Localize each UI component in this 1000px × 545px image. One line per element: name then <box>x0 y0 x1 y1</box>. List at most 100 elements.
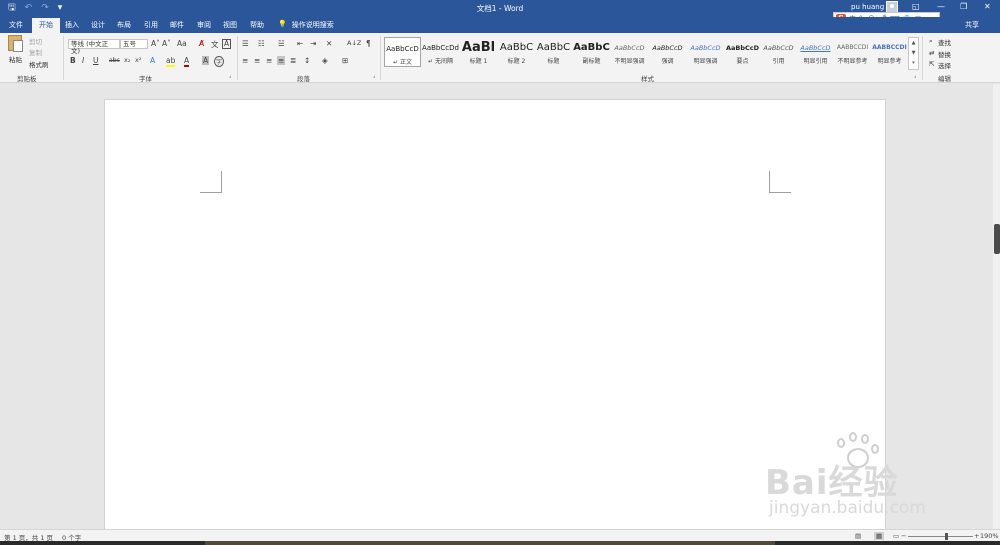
divider <box>922 36 923 80</box>
find-button[interactable]: 查找 <box>938 37 951 47</box>
style-strong[interactable]: AaBbCcD 要点 <box>724 37 761 67</box>
enclose-characters-icon[interactable]: 字 <box>214 56 225 67</box>
print-layout-icon[interactable]: ▦ <box>874 532 885 540</box>
style-name: 强调 <box>661 58 674 65</box>
borders-icon[interactable]: ⊞ <box>342 56 348 65</box>
chinese-layout-icon[interactable]: ✕ <box>326 39 332 48</box>
style-intense-quote[interactable]: AaBbCcD 明显引用 <box>797 37 834 67</box>
font-dialog-launcher-icon[interactable]: ⌟ <box>229 73 231 79</box>
scrollbar-thumb[interactable] <box>994 224 1000 254</box>
increase-indent-icon[interactable]: ⇥ <box>310 39 316 48</box>
divider <box>237 36 238 80</box>
multilevel-list-icon[interactable]: ☱ <box>278 39 285 48</box>
paragraph-dialog-launcher-icon[interactable]: ⌟ <box>373 73 375 79</box>
tab-layout[interactable]: 布局 <box>117 20 131 30</box>
zoom-in-icon[interactable]: + <box>974 532 979 540</box>
minimize-icon[interactable]: — <box>937 2 945 11</box>
paste-button[interactable]: 粘贴 <box>9 54 22 64</box>
style-intense-emphasis[interactable]: AaBbCcD 明显强调 <box>687 37 724 67</box>
vertical-scrollbar[interactable] <box>993 84 1000 529</box>
clear-formatting-icon[interactable]: A̸ <box>199 39 204 48</box>
text-effects-icon[interactable]: A <box>150 56 155 65</box>
tab-design[interactable]: 设计 <box>91 20 105 30</box>
style-name: 明显参考 <box>877 58 902 65</box>
styles-dialog-launcher-icon[interactable]: ⌟ <box>914 73 916 79</box>
shading-icon[interactable]: ◈ <box>322 56 328 65</box>
style-quote[interactable]: AaBbCcD 引用 <box>760 37 797 67</box>
watermark: Bai经验 jingyan.baidu.com <box>755 430 955 525</box>
tab-file[interactable]: 文件 <box>9 20 23 30</box>
tab-insert[interactable]: 插入 <box>65 20 79 30</box>
format-painter-button[interactable]: 格式刷 <box>29 59 49 69</box>
web-layout-icon[interactable]: ▭ <box>893 532 899 540</box>
zoom-level[interactable]: 190% <box>980 532 999 540</box>
character-shading-icon[interactable]: A <box>202 56 210 65</box>
style-heading-2[interactable]: AaBbC 标题 2 <box>498 37 535 67</box>
tab-references[interactable]: 引用 <box>144 20 158 30</box>
show-marks-icon[interactable]: ¶ <box>366 39 371 48</box>
decrease-indent-icon[interactable]: ⇤ <box>297 39 303 48</box>
style-normal[interactable]: AaBbCcD ↵ 正文 <box>384 37 421 67</box>
ribbon-display-options-icon[interactable]: ◱ <box>912 2 920 11</box>
tab-review[interactable]: 审阅 <box>197 20 211 30</box>
style-no-spacing[interactable]: AaBbCcDd ↵ 无间隔 <box>422 37 459 67</box>
user-name[interactable]: pu huang <box>851 3 884 11</box>
tab-view[interactable]: 视图 <box>223 20 237 30</box>
read-mode-icon[interactable]: ▤ <box>855 532 861 540</box>
bold-icon[interactable]: B <box>70 56 76 65</box>
style-subtle-reference[interactable]: AABBCCDI 不明显参考 <box>834 37 871 67</box>
paste-icon[interactable] <box>8 35 23 52</box>
tab-home[interactable]: 开始 <box>32 18 60 33</box>
subscript-icon[interactable]: x₂ <box>124 56 130 64</box>
superscript-icon[interactable]: x² <box>135 56 141 64</box>
change-case-icon[interactable]: Aa <box>177 39 187 48</box>
sort-icon[interactable]: A↓Z <box>347 39 361 47</box>
font-size-select[interactable]: 五号 <box>120 39 148 49</box>
font-color-icon[interactable]: A <box>184 56 190 67</box>
strikethrough-icon[interactable]: abc <box>109 57 120 64</box>
style-title[interactable]: AaBbC 标题 <box>535 37 572 67</box>
style-subtitle[interactable]: AaBbC 副标题 <box>573 37 610 67</box>
zoom-slider-knob[interactable] <box>945 533 948 540</box>
shrink-font-icon[interactable]: A˅ <box>162 39 171 48</box>
style-name: 标题 1 <box>469 58 488 65</box>
zoom-slider[interactable] <box>908 536 973 537</box>
cut-button[interactable]: 剪切 <box>29 36 42 46</box>
character-border-icon[interactable]: A <box>222 39 232 49</box>
distributed-icon[interactable]: ≣ <box>290 56 296 65</box>
tab-help[interactable]: 帮助 <box>250 20 264 30</box>
status-bar: 第 1 页，共 1 页 0 个字 ▤ ▦ ▭ − + 190% <box>0 529 1000 542</box>
style-name: 明显强调 <box>693 58 718 65</box>
style-name: ↵ 正文 <box>393 59 412 66</box>
find-icon: ⌕ <box>929 37 933 45</box>
select-button[interactable]: 选择 <box>938 60 951 70</box>
style-subtle-emphasis[interactable]: AaBbCcD 不明显强调 <box>611 37 648 67</box>
align-right-icon[interactable]: ≡ <box>266 56 272 65</box>
replace-button[interactable]: 替换 <box>938 49 951 59</box>
style-sample: AaBbCcD <box>725 44 760 52</box>
share-button[interactable]: 共享 <box>965 20 979 30</box>
restore-icon[interactable]: ❐ <box>960 2 967 11</box>
style-heading-1[interactable]: AaBl 标题 1 <box>460 37 497 67</box>
style-emphasis[interactable]: AaBbCcD 强调 <box>649 37 686 67</box>
italic-icon[interactable]: I <box>82 56 84 65</box>
highlight-icon[interactable]: ab <box>166 56 176 67</box>
align-left-icon[interactable]: ≡ <box>242 56 248 65</box>
style-intense-reference[interactable]: AABBCCDI 明显参考 <box>871 37 908 67</box>
tab-mailings[interactable]: 邮件 <box>170 20 184 30</box>
bullets-icon[interactable]: ☰ <box>242 39 249 48</box>
styles-gallery-scroll[interactable]: ▲ ▼ ▾ <box>908 37 919 70</box>
font-name-select[interactable]: 等线 (中文正文) <box>68 39 120 55</box>
grow-font-icon[interactable]: A˄ <box>151 39 160 48</box>
underline-icon[interactable]: U <box>93 56 99 65</box>
copy-button[interactable]: 复制 <box>29 47 42 57</box>
close-icon[interactable]: ✕ <box>984 2 991 11</box>
justify-icon[interactable]: ≡ <box>277 56 286 65</box>
phonetic-guide-icon[interactable]: 文 <box>211 39 219 50</box>
align-center-icon[interactable]: ≡ <box>254 56 260 65</box>
zoom-out-icon[interactable]: − <box>901 532 906 540</box>
numbering-icon[interactable]: ☷ <box>258 39 265 48</box>
tell-me-search[interactable]: 💡 操作说明搜索 <box>278 20 334 30</box>
style-sample: AABBCCDI <box>872 44 907 51</box>
line-spacing-icon[interactable]: ↕ <box>304 56 310 65</box>
